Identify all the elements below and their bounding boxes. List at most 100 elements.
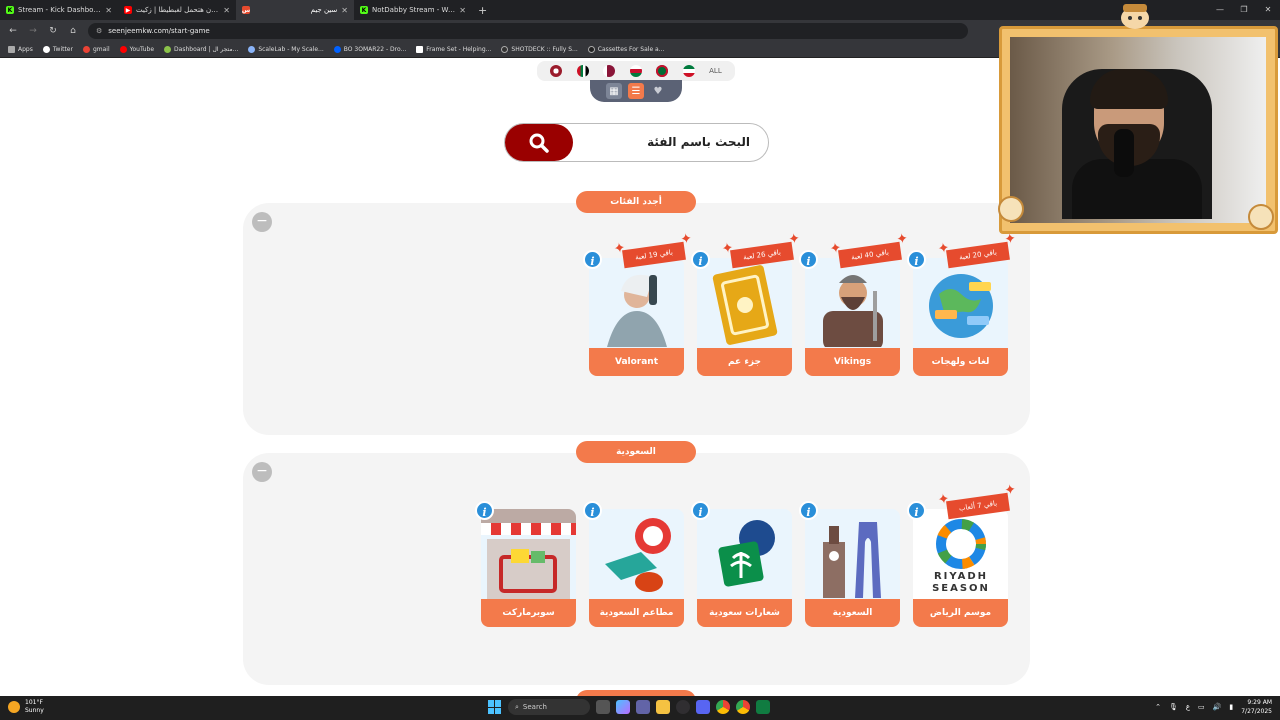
grid-view-icon[interactable]: ▦ bbox=[606, 83, 622, 99]
seenjeem-icon: س bbox=[241, 6, 251, 14]
restore-icon[interactable]: ❐ bbox=[1232, 0, 1256, 20]
obs-icon[interactable] bbox=[676, 700, 690, 714]
search-input[interactable]: البحث باسم الفئة bbox=[647, 135, 750, 149]
category-card-supermarket[interactable]: سوبرماركت i bbox=[475, 501, 576, 629]
collapse-section-button[interactable]: − bbox=[252, 462, 272, 482]
list-view-icon[interactable]: ☰ bbox=[628, 83, 644, 99]
close-icon[interactable]: ✕ bbox=[341, 6, 348, 15]
saudi-logos-art bbox=[697, 509, 792, 601]
category-card-juz-amma[interactable]: جزء عم i باقي 26 لعبة bbox=[691, 241, 794, 378]
mascot-icon bbox=[1115, 0, 1155, 30]
bookmark-dropbox[interactable]: BO 3OMAR22 - Dro... bbox=[333, 46, 406, 53]
flag-oman-icon[interactable] bbox=[629, 65, 642, 77]
flag-qatar-icon[interactable] bbox=[603, 65, 616, 77]
tab-kick-dashboard[interactable]: K Stream - Kick Dashboard ✕ bbox=[0, 0, 118, 20]
network-icon[interactable]: ▭ bbox=[1198, 703, 1205, 711]
discord-icon[interactable] bbox=[696, 700, 710, 714]
forward-icon[interactable]: → bbox=[24, 22, 42, 40]
reload-icon[interactable]: ↻ bbox=[44, 22, 62, 40]
category-card-riyadh-season[interactable]: RIYADH SEASON موسم الرياض i باقي 7 ألعاب bbox=[907, 492, 1010, 629]
shotdeck-icon bbox=[501, 46, 509, 53]
info-icon[interactable]: i bbox=[799, 250, 818, 269]
file-explorer-icon[interactable] bbox=[656, 700, 670, 714]
bookmark-gmail[interactable]: gmail bbox=[82, 46, 110, 53]
close-window-icon[interactable]: ✕ bbox=[1256, 0, 1280, 20]
bookmark-dashboard[interactable]: Dashboard | متجر ال... bbox=[164, 46, 238, 53]
info-icon[interactable]: i bbox=[475, 501, 494, 520]
category-card-saudi-logos[interactable]: شعارات سعودية i bbox=[691, 501, 792, 629]
clock[interactable]: 9:29 AM 7/27/2025 bbox=[1241, 698, 1272, 716]
taskbar-apps: ⌕ Search bbox=[488, 699, 770, 715]
tab-notdabby[interactable]: K NotDabby Stream - Watch Live ✕ bbox=[354, 0, 472, 20]
bookmark-frameset[interactable]: Frame Set - Helping... bbox=[416, 46, 491, 53]
volume-icon[interactable]: 🔊 bbox=[1213, 703, 1222, 711]
search-button[interactable] bbox=[505, 124, 573, 161]
url-bar[interactable]: ⚙ seenjeemkw.com/start-game bbox=[88, 23, 968, 39]
kick-icon: K bbox=[6, 6, 14, 14]
info-icon[interactable]: i bbox=[691, 501, 710, 520]
view-toggle: ▦ ☰ ♥ bbox=[590, 80, 682, 102]
category-card-valorant[interactable]: Valorant i باقي 19 لعبة bbox=[583, 241, 686, 378]
favorites-heart-icon[interactable]: ♥ bbox=[650, 83, 666, 99]
excel-icon[interactable] bbox=[756, 700, 770, 714]
riyadh-season-art: RIYADH SEASON bbox=[913, 509, 1008, 601]
filter-all[interactable]: ALL bbox=[709, 67, 722, 75]
saudi-restaurants-art bbox=[589, 509, 684, 601]
windows-start-icon[interactable] bbox=[488, 700, 502, 714]
bookmark-scalelab[interactable]: ScaleLab - My Scale... bbox=[248, 46, 324, 53]
flag-uae-icon[interactable] bbox=[576, 65, 589, 77]
bookmark-twitter[interactable]: Twitter bbox=[42, 46, 73, 53]
info-icon[interactable]: i bbox=[583, 250, 602, 269]
sun-icon bbox=[8, 701, 20, 713]
teams-icon[interactable] bbox=[636, 700, 650, 714]
quran-book-art bbox=[697, 258, 792, 350]
home-icon[interactable]: ⌂ bbox=[64, 22, 82, 40]
tab-youtube[interactable]: ▶ مهرجان هتحمل لغبطيطا | زكيت ✕ bbox=[118, 0, 236, 20]
browser-tab-bar: K Stream - Kick Dashboard ✕ ▶ مهرجان هتح… bbox=[0, 0, 1280, 20]
collapse-section-button[interactable]: − bbox=[252, 212, 272, 232]
tab-seenjeem[interactable]: س سين جيم ✕ bbox=[236, 0, 354, 20]
category-card-saudi[interactable]: السعودية i bbox=[799, 501, 900, 629]
flag-bahrain-icon[interactable] bbox=[550, 65, 563, 77]
system-tray: ⌃ 🎙 ع ▭ 🔊 ▮ 9:29 AM 7/27/2025 bbox=[1155, 698, 1272, 716]
input-language[interactable]: ع bbox=[1186, 703, 1190, 711]
close-icon[interactable]: ✕ bbox=[223, 6, 230, 15]
taskbar-search[interactable]: ⌕ Search bbox=[508, 699, 590, 715]
bookmark-apps[interactable]: Apps bbox=[8, 46, 33, 53]
category-card-vikings[interactable]: Vikings i باقي 40 لعبة bbox=[799, 241, 902, 378]
site-info-icon[interactable]: ⚙ bbox=[96, 27, 102, 35]
info-icon[interactable]: i bbox=[691, 250, 710, 269]
category-card-languages[interactable]: لغات ولهجات i باقي 20 لعبة bbox=[907, 241, 1010, 378]
info-icon[interactable]: i bbox=[583, 501, 602, 520]
minimize-icon[interactable]: — bbox=[1208, 0, 1232, 20]
bookmark-cassettes[interactable]: Cassettes For Sale a... bbox=[587, 46, 664, 53]
kick-icon: K bbox=[360, 6, 368, 14]
chrome-icon[interactable] bbox=[716, 700, 730, 714]
info-icon[interactable]: i bbox=[907, 501, 926, 520]
info-icon[interactable]: i bbox=[907, 250, 926, 269]
battery-icon[interactable]: ▮ bbox=[1229, 703, 1233, 711]
close-icon[interactable]: ✕ bbox=[105, 6, 112, 15]
copilot-icon[interactable] bbox=[616, 700, 630, 714]
task-view-icon[interactable] bbox=[596, 700, 610, 714]
bookmark-shotdeck[interactable]: SHOTDECK :: Fully S... bbox=[501, 46, 578, 53]
store-icon bbox=[164, 46, 172, 53]
new-tab-button[interactable]: + bbox=[472, 4, 493, 17]
category-search[interactable]: البحث باسم الفئة bbox=[504, 123, 769, 162]
valorant-agent-art bbox=[589, 258, 684, 350]
flag-kuwait-icon[interactable] bbox=[682, 65, 695, 77]
info-icon[interactable]: i bbox=[799, 501, 818, 520]
languages-globe-art bbox=[913, 258, 1008, 350]
weather-widget[interactable]: 101°F Sunny bbox=[8, 699, 44, 715]
bookmark-youtube[interactable]: YouTube bbox=[119, 46, 154, 53]
youtube-icon: ▶ bbox=[124, 6, 132, 14]
youtube-icon bbox=[119, 46, 127, 53]
flag-saudi-icon[interactable] bbox=[656, 65, 669, 77]
chrome-canary-icon[interactable] bbox=[736, 700, 750, 714]
category-card-saudi-restaurants[interactable]: مطاعم السعودية i bbox=[583, 501, 684, 629]
microphone-icon[interactable]: 🎙 bbox=[1169, 703, 1178, 711]
chevron-up-icon[interactable]: ⌃ bbox=[1155, 703, 1161, 711]
webcam-overlay bbox=[999, 26, 1278, 234]
close-icon[interactable]: ✕ bbox=[459, 6, 466, 15]
back-icon[interactable]: ← bbox=[4, 22, 22, 40]
